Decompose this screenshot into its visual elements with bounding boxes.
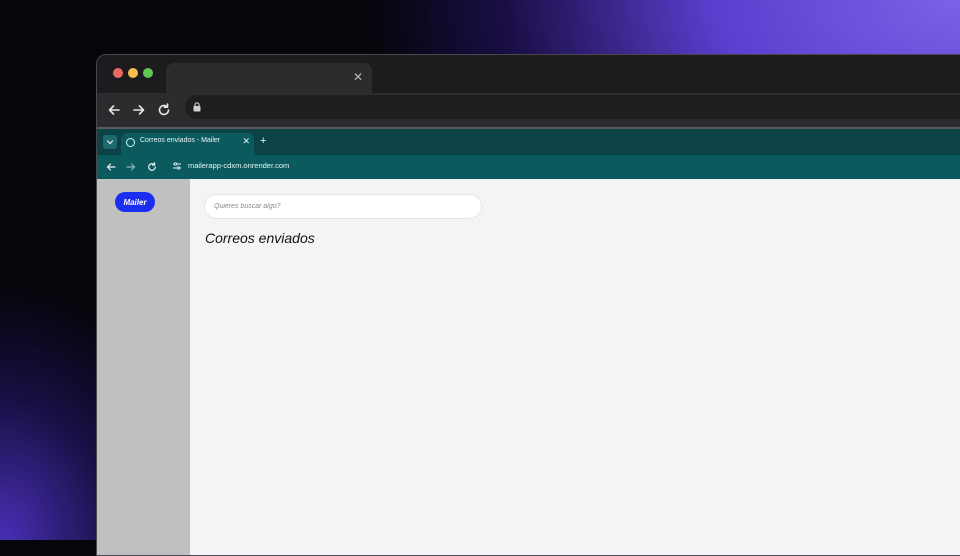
close-window-button[interactable] [113,68,123,78]
site-settings-icon[interactable] [173,162,181,170]
forward-arrow-icon[interactable] [124,160,138,174]
globe-icon [126,138,135,147]
forward-arrow-icon[interactable] [128,99,150,121]
reload-icon[interactable] [153,99,175,121]
inner-tab-strip: Correos enviados - Mailer ✕ + [97,129,960,155]
maximize-window-button[interactable] [143,68,153,78]
lock-icon [193,102,201,112]
inner-tab-active[interactable]: Correos enviados - Mailer ✕ [121,133,254,155]
outer-browser-window: ✕ Correos enviados - Mailer ✕ + mailerap… [96,54,960,556]
inner-address-bar[interactable]: mailerapp-cdxm.onrender.com [188,161,289,170]
sidebar: Mailer [97,179,190,555]
page-title: Correos enviados [205,230,315,246]
back-arrow-icon[interactable] [104,160,118,174]
close-icon[interactable]: ✕ [350,69,366,85]
outer-toolbar [97,93,960,127]
mailer-app: Mailer Correos enviados [97,179,960,555]
back-arrow-icon[interactable] [103,99,125,121]
plus-icon[interactable]: + [260,134,266,148]
inner-tab-title: Correos enviados - Mailer [140,137,221,144]
outer-address-bar[interactable] [185,95,960,119]
mailer-logo-button[interactable]: Mailer [115,192,155,212]
outer-titlebar: ✕ [97,55,960,93]
minimize-window-button[interactable] [128,68,138,78]
reload-icon[interactable] [145,160,159,174]
inner-toolbar: mailerapp-cdxm.onrender.com [97,155,960,179]
outer-tab[interactable]: ✕ [166,63,372,93]
search-input[interactable] [205,195,481,218]
inner-browser: Correos enviados - Mailer ✕ + mailerapp-… [97,129,960,555]
chevron-down-icon[interactable] [103,135,117,149]
close-icon[interactable]: ✕ [242,136,250,147]
